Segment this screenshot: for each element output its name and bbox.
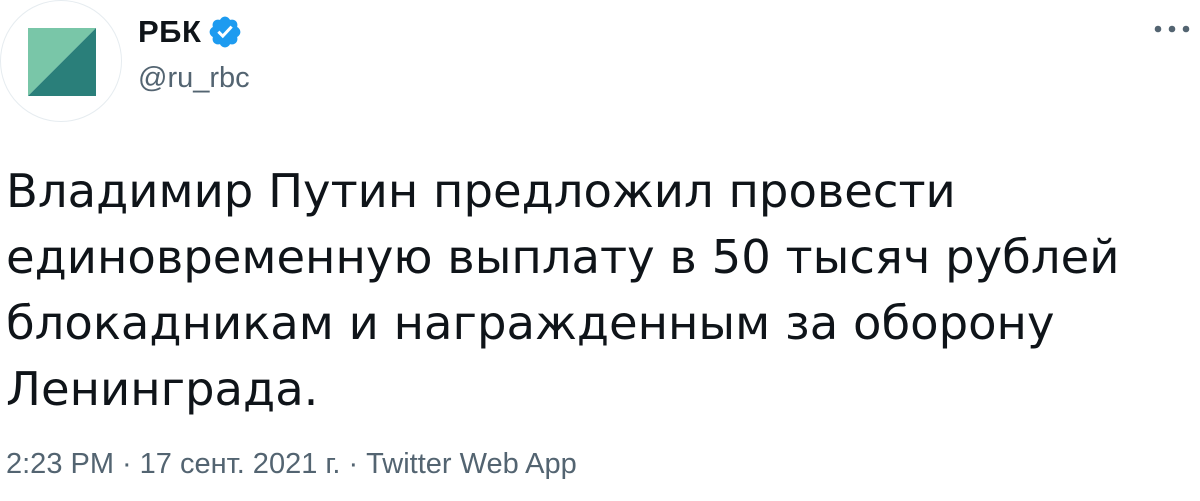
display-name[interactable]: РБК (138, 14, 201, 50)
rbc-logo-icon (28, 28, 96, 96)
meta-separator: · (348, 448, 359, 480)
display-name-row: РБК (138, 10, 250, 54)
more-horizontal-icon (1154, 25, 1190, 33)
verified-badge-icon (207, 14, 243, 50)
author-block: РБК @ru_rbc (138, 10, 250, 95)
tweet-card: РБК @ru_rbc Владимир Путин предложил про… (0, 0, 1200, 501)
tweet-metadata: 2:23 PM · 17 сент. 2021 г. · Twitter Web App (6, 448, 577, 481)
tweet-text: Владимир Путин предложил провести единов… (6, 164, 1120, 416)
meta-separator: · (122, 448, 132, 480)
author-handle[interactable]: @ru_rbc (138, 62, 250, 95)
tweet-header: РБК @ru_rbc (0, 0, 1200, 130)
tweet-source-link[interactable]: Twitter Web App (366, 448, 577, 480)
more-options-button[interactable] (1150, 14, 1194, 44)
tweet-time[interactable]: 2:23 PM (6, 448, 114, 480)
tweet-date[interactable]: 17 сент. 2021 г. (140, 448, 341, 480)
avatar[interactable] (0, 0, 122, 122)
